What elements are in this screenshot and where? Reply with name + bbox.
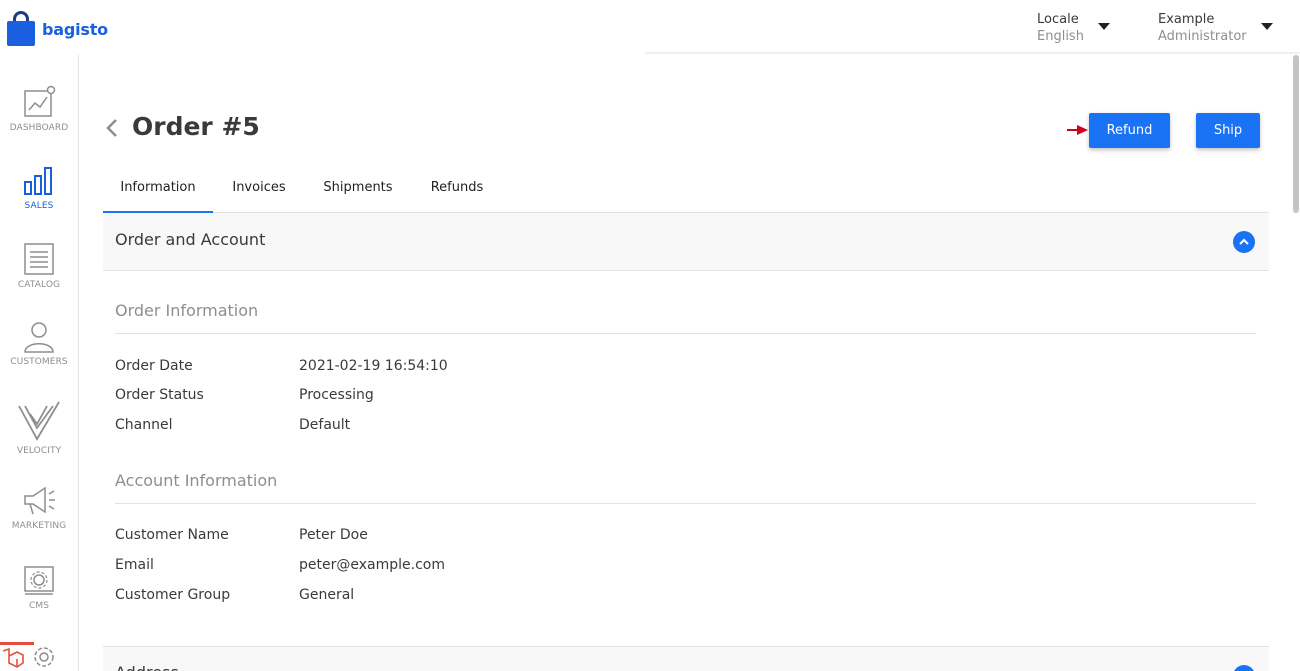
sidebar-item-label: CATALOG	[17, 280, 61, 290]
sidebar-item-label: CMS	[28, 601, 50, 611]
sidebar-item-customers[interactable]: CUSTOMERS	[0, 321, 78, 367]
user-name: Example	[1158, 12, 1215, 27]
field-label: Channel	[115, 417, 173, 433]
section-title-account-info: Account Information	[115, 471, 278, 490]
brand-logo[interactable]: bagisto	[7, 11, 108, 47]
page-title: Order #5	[132, 112, 260, 141]
field-label: Customer Name	[115, 527, 229, 543]
accordion-header-address[interactable]: Address	[103, 646, 1269, 671]
locale-value: English	[1037, 29, 1084, 44]
brand-name: bagisto	[42, 19, 108, 39]
sidebar-item-label: CUSTOMERS	[10, 357, 68, 367]
back-button[interactable]	[104, 117, 120, 139]
accordion-header-order-account[interactable]: Order and Account	[103, 213, 1269, 271]
chevron-up-icon	[1239, 238, 1249, 245]
section-title-order-info: Order Information	[115, 301, 259, 320]
section-divider	[115, 503, 1256, 504]
user-icon	[24, 322, 54, 353]
shopping-bag-icon	[7, 11, 35, 47]
sidebar-item-dashboard[interactable]: DASHBOARD	[0, 85, 78, 133]
sidebar-item-marketing[interactable]: MARKETING	[0, 485, 78, 531]
tab-invoices[interactable]: Invoices	[221, 172, 297, 212]
ship-button[interactable]: Ship	[1196, 113, 1260, 148]
sidebar-item-cms[interactable]: CMS	[0, 563, 78, 611]
refund-button[interactable]: Refund	[1089, 113, 1170, 148]
header-divider	[645, 52, 1300, 55]
top-header: bagisto Locale English Example Administr…	[0, 0, 1300, 55]
caret-down-icon	[1260, 23, 1273, 30]
sidebar: DASHBOARD SALES CATALOG CUSTOMERS VELOCI…	[0, 55, 79, 671]
annotation-arrow-icon	[1067, 125, 1088, 135]
cms-icon	[24, 566, 54, 595]
field-value: Processing	[299, 387, 374, 403]
tab-shipments[interactable]: Shipments	[310, 172, 406, 212]
sidebar-item-label: DASHBOARD	[9, 123, 69, 133]
sidebar-item-catalog[interactable]: CATALOG	[0, 242, 78, 290]
user-dropdown[interactable]: Example Administrator	[1158, 11, 1273, 45]
laravel-logo	[0, 642, 34, 671]
locale-label: Locale	[1037, 12, 1079, 27]
field-label: Order Status	[115, 387, 204, 403]
accordion-title: Address	[115, 663, 179, 671]
sidebar-item-velocity[interactable]: VELOCITY	[0, 400, 78, 456]
accordion-title: Order and Account	[115, 230, 266, 249]
document-icon	[24, 243, 54, 275]
sidebar-item-label: MARKETING	[11, 521, 67, 531]
field-value: Peter Doe	[299, 527, 368, 543]
bar-chart-icon	[24, 167, 52, 195]
field-value: Default	[299, 417, 351, 433]
tab-information[interactable]: Information	[103, 172, 213, 213]
page-scrollbar[interactable]	[1292, 55, 1300, 671]
tab-refunds[interactable]: Refunds	[419, 172, 495, 212]
chart-line-icon	[24, 85, 56, 117]
gear-icon	[34, 647, 54, 667]
field-value: 2021-02-19 16:54:10	[299, 358, 448, 374]
sidebar-item-sales[interactable]: SALES	[0, 165, 78, 211]
sidebar-item-label: SALES	[24, 201, 54, 211]
field-label: Email	[115, 557, 154, 573]
locale-dropdown[interactable]: Locale English	[1037, 11, 1110, 45]
sidebar-item-label: VELOCITY	[16, 446, 62, 456]
field-label: Order Date	[115, 358, 193, 374]
velocity-icon	[18, 401, 60, 441]
chevron-left-icon	[106, 119, 117, 137]
scrollbar-thumb[interactable]	[1293, 55, 1299, 213]
section-divider	[115, 333, 1256, 334]
field-value: peter@example.com	[299, 557, 445, 573]
megaphone-icon	[24, 486, 55, 515]
field-label: Customer Group	[115, 587, 231, 603]
field-value: General	[299, 587, 355, 603]
order-tabs: Information Invoices Shipments Refunds	[103, 172, 1269, 213]
user-role: Administrator	[1158, 29, 1247, 44]
caret-down-icon	[1097, 23, 1110, 30]
accordion-toggle[interactable]	[1233, 231, 1255, 253]
laravel-icon	[2, 647, 24, 668]
accordion-toggle[interactable]	[1233, 665, 1255, 671]
